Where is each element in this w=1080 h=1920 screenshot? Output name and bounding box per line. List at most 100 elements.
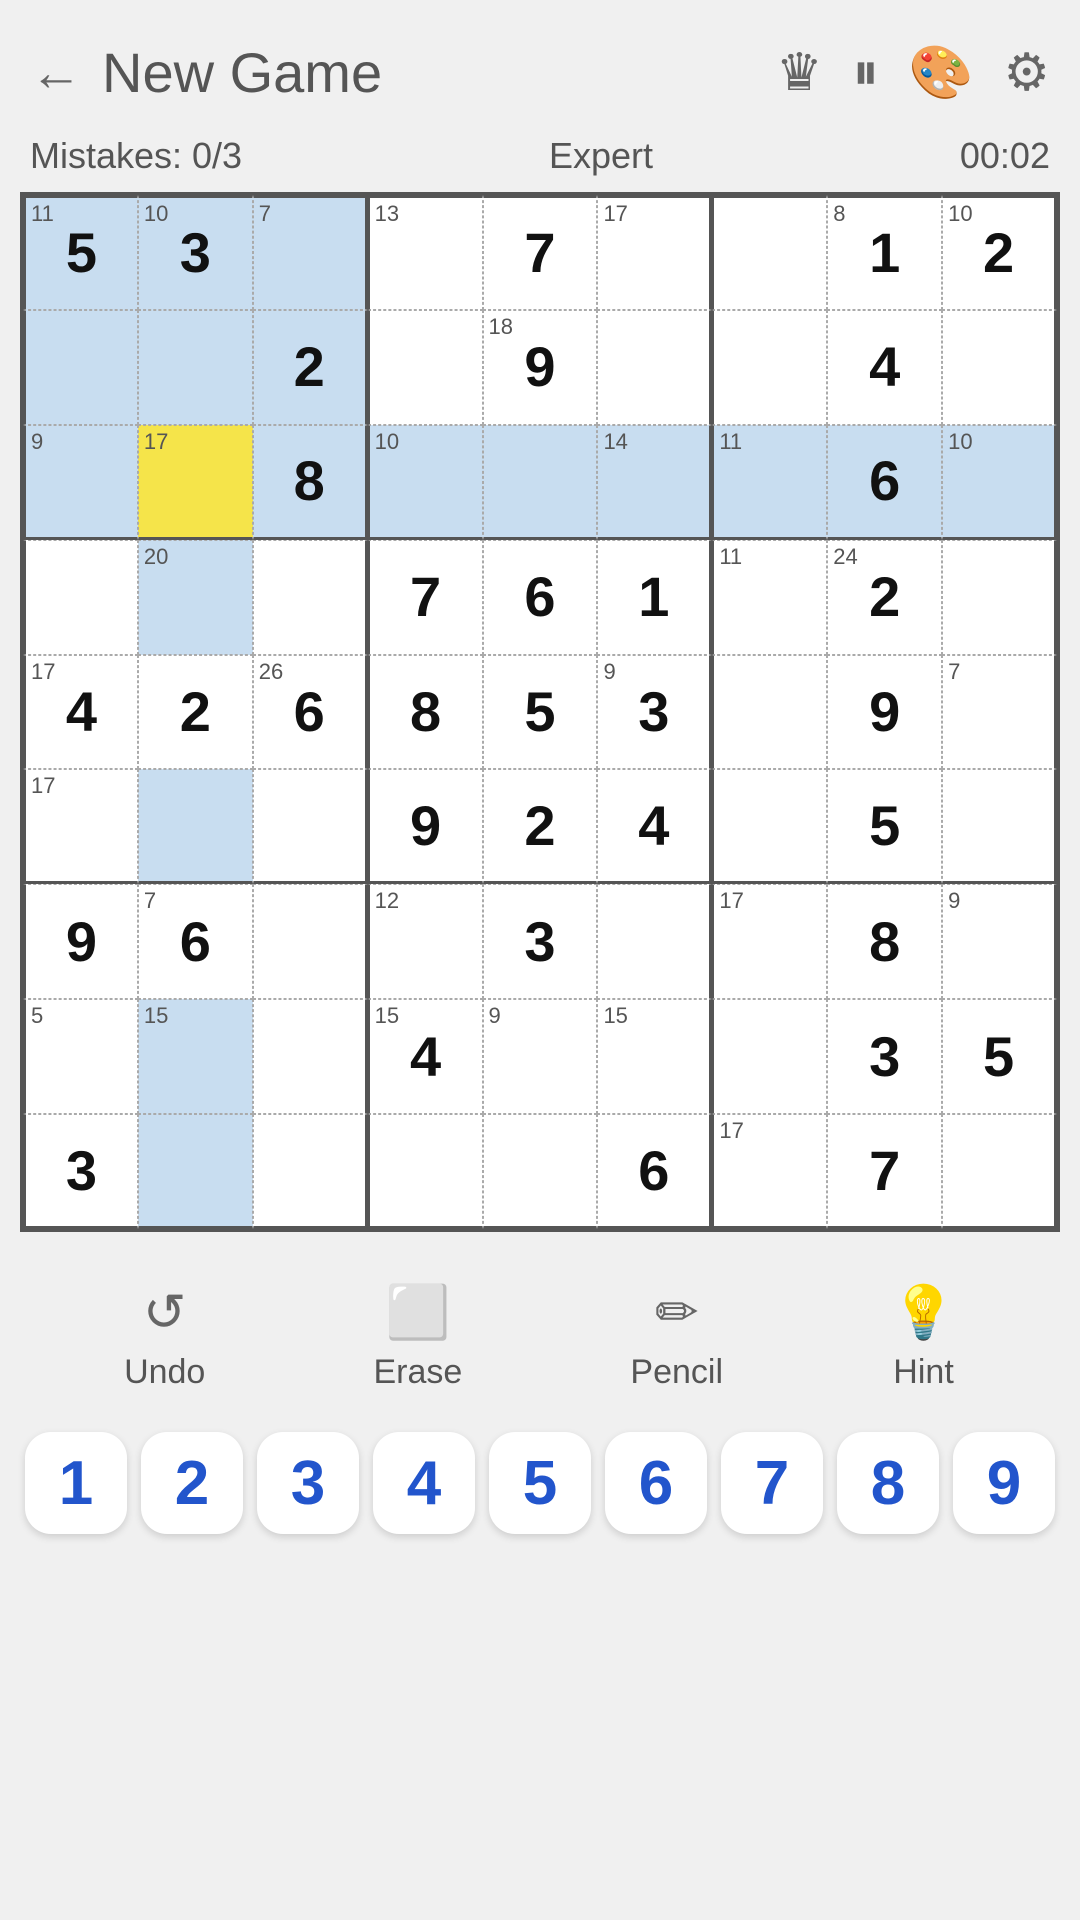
table-row[interactable]: 76 <box>138 884 253 999</box>
pause-icon[interactable]: ⏸ <box>853 42 879 103</box>
table-row[interactable] <box>942 310 1057 425</box>
table-row[interactable]: 9 <box>827 655 942 770</box>
table-row[interactable]: 3 <box>483 884 598 999</box>
table-row[interactable]: 154 <box>368 999 483 1114</box>
table-row[interactable]: 9 <box>483 999 598 1114</box>
table-row[interactable] <box>483 1114 598 1229</box>
table-row[interactable]: 5 <box>23 999 138 1114</box>
table-row[interactable]: 11 <box>712 540 827 655</box>
table-row[interactable] <box>253 769 368 884</box>
table-row[interactable]: 14 <box>597 425 712 540</box>
table-row[interactable] <box>138 769 253 884</box>
back-button[interactable]: ← <box>30 47 82 99</box>
table-row[interactable]: 3 <box>827 999 942 1114</box>
table-row[interactable]: 5 <box>483 655 598 770</box>
table-row[interactable] <box>597 884 712 999</box>
table-row[interactable]: 189 <box>483 310 598 425</box>
table-row[interactable] <box>138 310 253 425</box>
table-row[interactable]: 20 <box>138 540 253 655</box>
table-row[interactable]: 9 <box>368 769 483 884</box>
table-row[interactable]: 115 <box>23 195 138 310</box>
table-row[interactable]: 7 <box>942 655 1057 770</box>
table-row[interactable] <box>253 884 368 999</box>
table-row[interactable]: 93 <box>597 655 712 770</box>
numpad-button-4[interactable]: 4 <box>373 1432 475 1534</box>
crown-icon[interactable]: ♛ <box>776 43 823 103</box>
table-row[interactable] <box>597 310 712 425</box>
table-row[interactable]: 174 <box>23 655 138 770</box>
cell-corner-hint: 5 <box>31 1003 43 1029</box>
table-row[interactable]: 11 <box>712 425 827 540</box>
table-row[interactable]: 17 <box>23 769 138 884</box>
table-row[interactable] <box>712 655 827 770</box>
table-row[interactable] <box>253 1114 368 1229</box>
table-row[interactable]: 10 <box>942 425 1057 540</box>
table-row[interactable]: 6 <box>483 540 598 655</box>
numpad-button-3[interactable]: 3 <box>257 1432 359 1534</box>
numpad-button-2[interactable]: 2 <box>141 1432 243 1534</box>
table-row[interactable] <box>138 1114 253 1229</box>
table-row[interactable] <box>712 195 827 310</box>
table-row[interactable]: 1 <box>597 540 712 655</box>
table-row[interactable] <box>23 310 138 425</box>
settings-icon[interactable]: ⚙ <box>1003 43 1050 103</box>
numpad-button-6[interactable]: 6 <box>605 1432 707 1534</box>
table-row[interactable]: 9 <box>23 884 138 999</box>
palette-icon[interactable]: 🎨 <box>909 42 974 103</box>
table-row[interactable] <box>483 425 598 540</box>
hint-button[interactable]: 💡 Hint <box>891 1282 956 1392</box>
table-row[interactable]: 2 <box>253 310 368 425</box>
pencil-button[interactable]: ✏ Pencil <box>630 1283 723 1392</box>
table-row[interactable] <box>712 769 827 884</box>
table-row[interactable]: 8 <box>253 425 368 540</box>
table-row[interactable]: 81 <box>827 195 942 310</box>
table-row[interactable] <box>368 310 483 425</box>
table-row[interactable]: 5 <box>827 769 942 884</box>
table-row[interactable]: 5 <box>942 999 1057 1114</box>
table-row[interactable]: 6 <box>597 1114 712 1229</box>
table-row[interactable]: 7 <box>827 1114 942 1229</box>
undo-button[interactable]: ↺ Undo <box>124 1283 205 1392</box>
table-row[interactable]: 266 <box>253 655 368 770</box>
table-row[interactable]: 6 <box>827 425 942 540</box>
table-row[interactable]: 103 <box>138 195 253 310</box>
table-row[interactable]: 242 <box>827 540 942 655</box>
table-row[interactable]: 2 <box>483 769 598 884</box>
table-row[interactable] <box>253 540 368 655</box>
table-row[interactable]: 15 <box>138 999 253 1114</box>
table-row[interactable] <box>942 769 1057 884</box>
table-row[interactable]: 9 <box>942 884 1057 999</box>
table-row[interactable]: 7 <box>483 195 598 310</box>
table-row[interactable] <box>942 540 1057 655</box>
table-row[interactable] <box>712 310 827 425</box>
table-row[interactable] <box>23 540 138 655</box>
table-row[interactable]: 17 <box>597 195 712 310</box>
numpad-button-5[interactable]: 5 <box>489 1432 591 1534</box>
table-row[interactable]: 12 <box>368 884 483 999</box>
table-row[interactable] <box>712 999 827 1114</box>
table-row[interactable]: 9 <box>23 425 138 540</box>
table-row[interactable]: 17 <box>138 425 253 540</box>
table-row[interactable] <box>253 999 368 1114</box>
table-row[interactable]: 4 <box>827 310 942 425</box>
table-row[interactable]: 17 <box>712 1114 827 1229</box>
numpad-button-7[interactable]: 7 <box>721 1432 823 1534</box>
numpad-button-9[interactable]: 9 <box>953 1432 1055 1534</box>
table-row[interactable]: 17 <box>712 884 827 999</box>
table-row[interactable]: 7 <box>368 540 483 655</box>
numpad-button-1[interactable]: 1 <box>25 1432 127 1534</box>
table-row[interactable]: 2 <box>138 655 253 770</box>
table-row[interactable]: 8 <box>827 884 942 999</box>
table-row[interactable]: 8 <box>368 655 483 770</box>
table-row[interactable] <box>368 1114 483 1229</box>
table-row[interactable]: 15 <box>597 999 712 1114</box>
table-row[interactable] <box>942 1114 1057 1229</box>
table-row[interactable]: 13 <box>368 195 483 310</box>
erase-button[interactable]: ⬜ Erase <box>373 1282 462 1392</box>
table-row[interactable]: 10 <box>368 425 483 540</box>
table-row[interactable]: 102 <box>942 195 1057 310</box>
table-row[interactable]: 3 <box>23 1114 138 1229</box>
numpad-button-8[interactable]: 8 <box>837 1432 939 1534</box>
table-row[interactable]: 7 <box>253 195 368 310</box>
table-row[interactable]: 4 <box>597 769 712 884</box>
